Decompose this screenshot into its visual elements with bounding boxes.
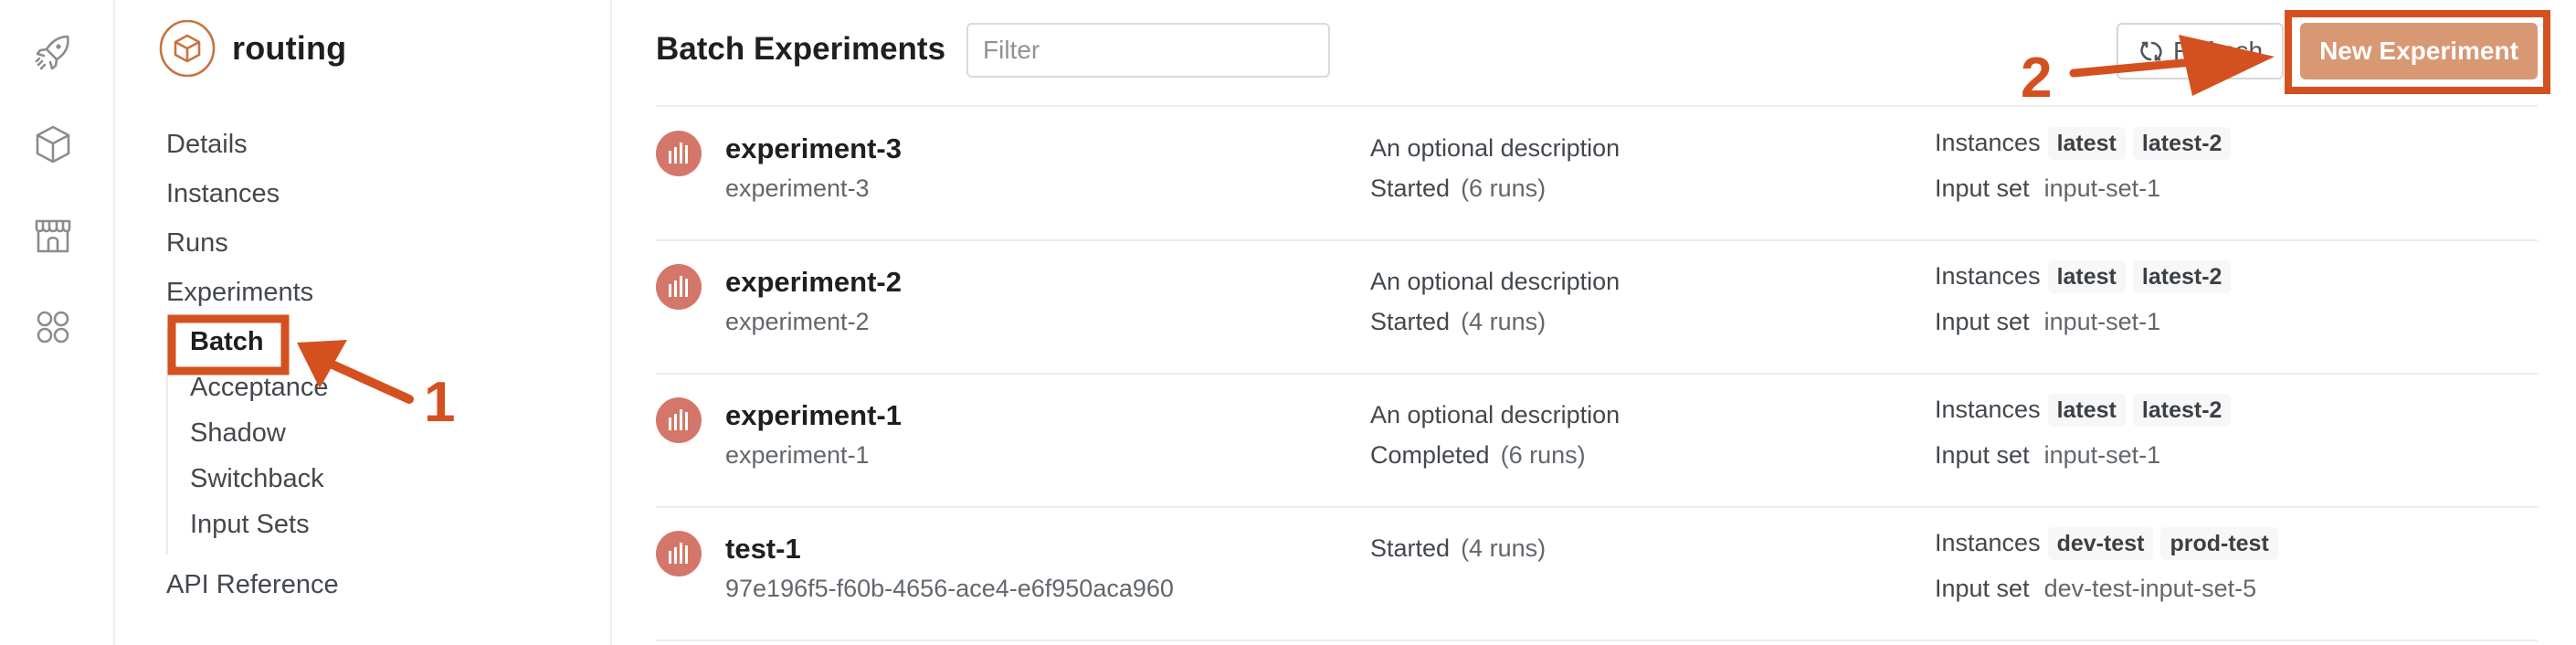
app-logo xyxy=(159,20,216,77)
experiment-name[interactable]: experiment-2 xyxy=(725,266,902,299)
rocket-icon xyxy=(35,35,69,70)
nav-item-details[interactable]: Details xyxy=(166,130,248,160)
instances-label: Instances xyxy=(1935,529,2041,556)
subnav-item-batch[interactable]: Batch xyxy=(190,327,264,357)
instance-tag[interactable]: latest-2 xyxy=(2132,260,2232,293)
cube-icon xyxy=(36,125,70,164)
instances-label: Instances xyxy=(1935,396,2041,423)
instance-tag[interactable]: latest xyxy=(2047,394,2126,427)
experiment-description: An optional description xyxy=(1370,401,1621,428)
subnav-item-input-sets[interactable]: Input Sets xyxy=(190,510,310,540)
experiment-id: 97e196f5-f60b-4656-ace4-e6f950aca960 xyxy=(725,575,1174,602)
apps-grid-icon xyxy=(37,311,69,344)
refresh-label: Refresh xyxy=(2173,37,2264,65)
refresh-icon xyxy=(2140,41,2162,61)
experiment-row[interactable]: experiment-3 experiment-3 An optional de… xyxy=(656,111,2538,242)
experiment-status: Started (4 runs) xyxy=(1370,308,1546,336)
nav-item-experiments[interactable]: Experiments xyxy=(166,278,313,308)
input-set-label: Input set xyxy=(1935,308,2030,335)
annotation-step-2: 2 xyxy=(2021,47,2053,110)
input-set-line: Input set input-set-1 xyxy=(1935,174,2160,203)
experiment-status: Completed (6 runs) xyxy=(1370,441,1586,470)
header-divider xyxy=(656,105,2538,107)
bar-chart-icon xyxy=(656,531,702,576)
icon-rail xyxy=(0,0,115,645)
instances-line: Instances dev-test prod-test xyxy=(1935,527,2278,560)
experiment-name[interactable]: experiment-1 xyxy=(725,399,902,432)
input-set-label: Input set xyxy=(1935,441,2030,469)
instance-tag[interactable]: latest-2 xyxy=(2132,127,2232,160)
input-set-value: input-set-1 xyxy=(2043,441,2161,469)
bar-chart-icon xyxy=(656,131,702,176)
input-set-value: input-set-1 xyxy=(2043,174,2161,202)
row-divider xyxy=(656,506,2538,508)
subnav-item-acceptance[interactable]: Acceptance xyxy=(190,373,329,403)
input-set-label: Input set xyxy=(1935,174,2030,202)
input-set-line: Input set dev-test-input-set-5 xyxy=(1935,575,2256,603)
bar-chart-icon xyxy=(656,264,702,310)
annotation-step-1: 1 xyxy=(424,371,456,434)
run-count: (6 runs) xyxy=(1500,441,1586,469)
input-set-line: Input set input-set-1 xyxy=(1935,441,2160,470)
rail-marketplace-button[interactable] xyxy=(31,214,75,258)
experiment-description: An optional description xyxy=(1370,134,1621,162)
app-name: routing xyxy=(232,29,347,67)
experiment-id: experiment-2 xyxy=(725,308,870,335)
input-set-line: Input set input-set-1 xyxy=(1935,308,2160,336)
row-divider xyxy=(656,640,2538,641)
new-experiment-button[interactable]: New Experiment xyxy=(2300,23,2538,79)
row-divider xyxy=(656,239,2538,241)
instances-label: Instances xyxy=(1935,262,2041,290)
experiment-id: experiment-1 xyxy=(725,441,870,469)
instance-tag[interactable]: dev-test xyxy=(2047,527,2154,560)
experiment-row[interactable]: experiment-2 experiment-2 An optional de… xyxy=(656,244,2538,375)
run-count: (4 runs) xyxy=(1461,308,1547,335)
instance-tag[interactable]: latest xyxy=(2047,127,2126,160)
nav-item-instances[interactable]: Instances xyxy=(166,179,280,209)
instance-tag[interactable]: latest-2 xyxy=(2132,394,2232,427)
experiment-id: experiment-3 xyxy=(725,174,870,202)
status-text: Completed xyxy=(1370,441,1490,469)
instances-label: Instances xyxy=(1935,129,2041,156)
row-divider xyxy=(656,373,2538,375)
status-text: Started xyxy=(1370,308,1451,335)
status-text: Started xyxy=(1370,174,1451,202)
refresh-button[interactable]: Refresh xyxy=(2117,23,2284,79)
rail-rocket-button[interactable] xyxy=(31,31,75,75)
experiment-name[interactable]: test-1 xyxy=(725,533,801,566)
nav-item-runs[interactable]: Runs xyxy=(166,228,228,259)
instance-tag[interactable]: latest xyxy=(2047,260,2126,293)
nav-item-api-reference[interactable]: API Reference xyxy=(166,570,339,600)
cube-icon xyxy=(159,20,216,77)
experiment-description: An optional description xyxy=(1370,268,1621,295)
filter-input[interactable] xyxy=(966,23,1330,78)
page-title: Batch Experiments xyxy=(656,31,946,67)
subnav-item-switchback[interactable]: Switchback xyxy=(190,464,324,494)
input-set-value: dev-test-input-set-5 xyxy=(2043,575,2257,602)
experiment-row[interactable]: test-1 97e196f5-f60b-4656-ace4-e6f950aca… xyxy=(656,511,2538,642)
instances-line: Instances latest latest-2 xyxy=(1935,260,2232,293)
run-count: (4 runs) xyxy=(1461,534,1547,562)
instance-tag[interactable]: prod-test xyxy=(2160,527,2278,560)
experiment-row[interactable]: experiment-1 experiment-1 An optional de… xyxy=(656,377,2538,509)
app-nav: routing Details Instances Runs Experimen… xyxy=(115,0,612,645)
run-count: (6 runs) xyxy=(1461,174,1547,202)
bar-chart-icon xyxy=(656,397,702,443)
main-panel: Batch Experiments Refresh New Experiment… xyxy=(612,0,2576,645)
experiment-status: Started (6 runs) xyxy=(1370,174,1546,203)
input-set-label: Input set xyxy=(1935,575,2030,602)
status-text: Started xyxy=(1370,534,1451,562)
rail-integrations-button[interactable] xyxy=(31,305,75,349)
storefront-icon xyxy=(35,219,71,253)
input-set-value: input-set-1 xyxy=(2043,308,2161,335)
instances-line: Instances latest latest-2 xyxy=(1935,394,2232,427)
experiment-status: Started (4 runs) xyxy=(1370,534,1546,563)
rail-apps-button[interactable] xyxy=(31,122,75,166)
instances-line: Instances latest latest-2 xyxy=(1935,127,2232,160)
experiment-name[interactable]: experiment-3 xyxy=(725,132,902,165)
subnav-item-shadow[interactable]: Shadow xyxy=(190,418,286,449)
subnav-guide-line xyxy=(166,327,168,555)
app-header: routing xyxy=(159,20,346,77)
